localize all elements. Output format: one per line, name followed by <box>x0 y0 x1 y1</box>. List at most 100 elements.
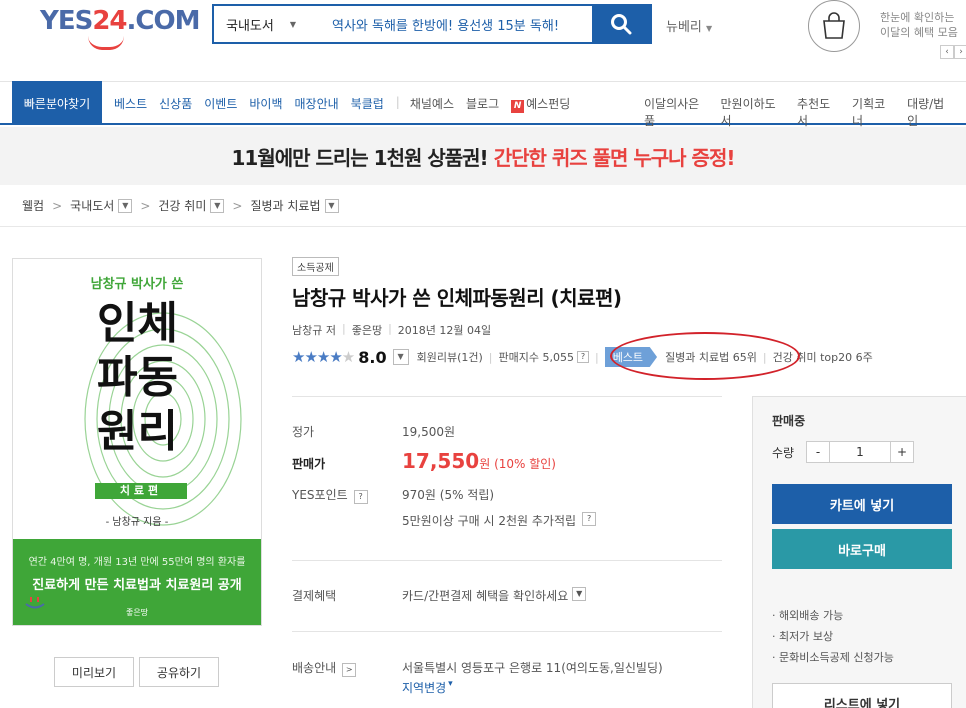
shipping-address: 서울특별시 영등포구 은행로 11(여의도동,일신빌딩) <box>402 661 663 675</box>
meta-divider: | <box>388 322 392 335</box>
book-meta: 남창규 저 | 좋은땅 | 2018년 12월 04일 <box>292 322 491 338</box>
newberry-label: 뉴베리 <box>666 20 702 35</box>
nav-right-items: 이달의사은품 만원이하도서 추천도서 기획코너 대량/법인 <box>644 95 966 129</box>
banner-text-accent: 간단한 퀴즈 풀면 누구나 증정! <box>493 145 736 170</box>
chevron-down-icon[interactable]: ▼ <box>392 349 409 365</box>
search-button[interactable] <box>592 6 650 42</box>
nav-item-bulk[interactable]: 대량/법인 <box>907 95 954 129</box>
chevron-left-icon[interactable]: ‹ <box>940 45 954 59</box>
add-to-cart-button[interactable]: 카트에 넣기 <box>772 484 952 524</box>
nav-item-bookclub[interactable]: 북클럽 <box>351 95 384 113</box>
region-change-link[interactable]: 지역변경 <box>402 679 446 696</box>
shopping-bag-icon[interactable] <box>808 0 860 52</box>
chevron-right-icon[interactable]: > <box>342 663 357 677</box>
help-icon[interactable]: ? <box>582 512 597 526</box>
funding-n-icon: N <box>511 100 525 113</box>
extra-point-text: 5만원이상 구매 시 2천원 추가적립 <box>402 514 577 528</box>
publisher-link[interactable]: 좋은땅 <box>352 322 382 338</box>
chevron-right-icon[interactable]: › <box>954 45 966 59</box>
sales-index: 판매지수 5,055 <box>498 351 574 364</box>
rating-stars: ★★★★★ <box>292 348 355 366</box>
red-annotation-circle <box>610 332 800 380</box>
payment-benefit-value[interactable]: 카드/간편결제 혜택을 확인하세요 <box>402 587 568 604</box>
help-icon[interactable]: ? <box>353 490 368 504</box>
preview-button[interactable]: 미리보기 <box>54 657 134 687</box>
nav-item-funding[interactable]: N 예스펀딩 <box>511 95 570 113</box>
cover-green-band: 연간 4만여 명, 개원 13년 만에 55만여 명의 환자를 진료하게 만든 … <box>13 539 261 625</box>
shipping-row: 배송안내 > 서울특별시 영등포구 은행로 11(여의도동,일신빌딩) <box>292 659 663 677</box>
chevron-right-icon: > <box>52 198 63 213</box>
quantity-input[interactable]: 1 <box>830 441 890 463</box>
list-price-row: 정가 19,500원 <box>292 423 455 440</box>
nav-item-gift[interactable]: 이달의사은품 <box>644 95 709 129</box>
nav-item-store[interactable]: 매장안내 <box>295 95 339 113</box>
cover-big-title: 인체 파동 원리 <box>97 297 178 459</box>
cover-title-line: 파동 <box>97 352 178 403</box>
nav-item-channel[interactable]: 채널예스 <box>410 95 454 113</box>
share-button[interactable]: 공유하기 <box>139 657 219 687</box>
breadcrumb-domestic[interactable]: 국내도서 <box>70 197 114 214</box>
chevron-down-icon[interactable]: ▼ <box>572 587 587 601</box>
search-category-select[interactable]: 국내도서 ▼ <box>214 6 322 42</box>
nav-item-buyback[interactable]: 바이백 <box>249 95 282 113</box>
logo-suffix: .COM <box>126 6 201 36</box>
chevron-down-icon: ▼ <box>706 24 713 33</box>
cover-author: - 남창규 지음 - <box>105 517 169 528</box>
nav-item-event[interactable]: 이벤트 <box>204 95 237 113</box>
funding-label: 예스펀딩 <box>526 97 571 111</box>
chevron-down-icon: ▼ <box>289 19 296 29</box>
meta-divider: | <box>341 322 346 335</box>
cover-title-line: 인체 <box>97 298 178 349</box>
shipping-label: 배송안내 <box>292 661 337 675</box>
quantity-minus-button[interactable]: - <box>806 441 830 463</box>
nav-item-new[interactable]: 신상품 <box>159 95 192 113</box>
search-category-label: 국내도서 <box>226 18 274 34</box>
cover-edition-tag: 치료편 <box>95 483 187 499</box>
promo-line-2: 이달의 혜택 모음 <box>880 26 958 39</box>
breadcrumb-health[interactable]: 건강 취미 <box>158 197 206 214</box>
extra-point-row: 5만원이상 구매 시 2천원 추가적립 ? <box>402 512 597 529</box>
divider <box>292 396 722 397</box>
help-icon[interactable]: ? <box>576 351 589 363</box>
nav-item-special[interactable]: 기획코너 <box>852 95 895 129</box>
publish-date: 2018년 12월 04일 <box>397 324 492 337</box>
nav-item-under10000[interactable]: 만원이하도서 <box>721 95 786 129</box>
divider: | <box>594 350 599 364</box>
cover-band-line2: 진료하게 만든 치료법과 치료원리 공개 <box>32 578 242 593</box>
monthly-benefit-promo[interactable]: 한눈에 확인하는 이달의 혜택 모음 <box>880 10 958 40</box>
quantity-plus-button[interactable]: + <box>890 441 914 463</box>
newberry-menu[interactable]: 뉴베리 ▼ <box>666 16 712 35</box>
benefit-item: · 해외배송 가능 <box>772 609 844 622</box>
yes24-smile-icon <box>25 597 45 609</box>
cover-title-line: 원리 <box>97 406 178 457</box>
nav-item-recommend[interactable]: 추천도서 <box>797 95 840 129</box>
chevron-down-icon[interactable]: ▼ <box>324 198 339 213</box>
cover-band-line1: 연간 4만여 명, 개원 13년 만에 55만여 명의 환자를 <box>28 557 246 568</box>
review-link[interactable]: 회원리뷰(1건) <box>417 349 483 365</box>
nav-item-blog[interactable]: 블로그 <box>466 95 499 113</box>
quick-category-button[interactable]: 빠른분야찾기 <box>12 81 102 125</box>
book-cover[interactable]: 남창규 박사가 쓴 인체 파동 원리 치료편 - 남창규 지음 - 연간 4만여… <box>12 258 262 626</box>
breadcrumb-home[interactable]: 웰컴 <box>22 197 44 214</box>
buy-now-button[interactable]: 바로구매 <box>772 529 952 569</box>
list-price-label: 정가 <box>292 425 315 439</box>
benefit-item: · 최저가 보상 <box>772 630 834 643</box>
sale-price-label: 판매가 <box>292 457 326 471</box>
breadcrumb-disease[interactable]: 질병과 치료법 <box>250 197 320 214</box>
point-label-wrap: YES포인트? <box>292 486 402 504</box>
chevron-down-icon[interactable]: ▼ <box>118 198 133 213</box>
sale-price-row: 판매가 17,550원 (10% 할인) <box>292 449 556 473</box>
cover-subtitle: 남창규 박사가 쓴 <box>90 277 184 292</box>
shipping-label-wrap: 배송안내 > <box>292 659 402 677</box>
add-to-list-button[interactable]: 리스트에 넣기 <box>772 683 952 708</box>
region-change-row: 지역변경 ▾ <box>402 679 453 696</box>
benefit-item: · 문화비소득공제 신청가능 <box>772 651 894 664</box>
search-input[interactable]: 역사와 독해를 한방에! 용선생 15분 독해! <box>322 6 592 42</box>
chevron-down-icon[interactable]: ▼ <box>210 198 225 213</box>
sale-price: 17,550원 (10% 할인) <box>402 449 556 473</box>
breadcrumb: 웰컴 > 국내도서 ▼ > 건강 취미 ▼ > 질병과 치료법 ▼ <box>0 185 966 227</box>
promo-banner[interactable]: 11월에만 드리는 1천원 상품권! 간단한 퀴즈 풀면 누구나 증정! <box>0 127 966 185</box>
nav-item-best[interactable]: 베스트 <box>114 95 147 113</box>
author-link[interactable]: 남창규 저 <box>292 322 336 338</box>
quantity-label: 수량 <box>772 445 795 460</box>
